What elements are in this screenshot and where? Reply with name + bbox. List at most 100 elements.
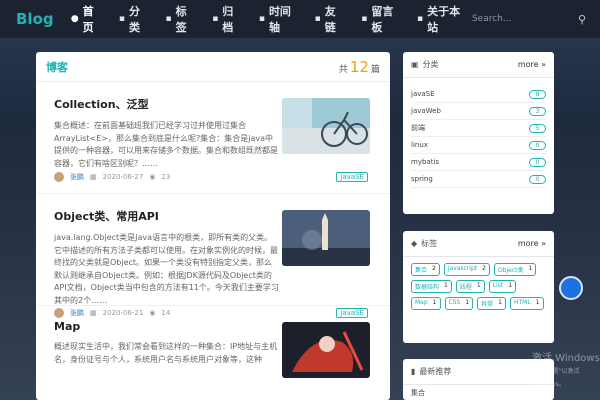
info-icon: ▪ xyxy=(417,14,424,24)
nav-item-links[interactable]: ▪ 友链 xyxy=(305,0,352,38)
blog-list-title: 博客 xyxy=(46,60,68,74)
category-item-frontend[interactable]: 前端 5 xyxy=(411,120,546,137)
category-count: 0 xyxy=(529,140,546,150)
tag-item[interactable]: CSS 1 xyxy=(444,297,474,310)
category-name: 前端 xyxy=(411,124,425,132)
tag-item[interactable]: 异常 1 xyxy=(477,297,506,310)
tag-name: List xyxy=(492,282,504,289)
tag-name: 集合 xyxy=(415,267,428,274)
eye-icon: ◉ xyxy=(149,173,156,181)
recommend-card-title: 最新推荐 xyxy=(419,367,452,376)
tag-item[interactable]: javascript 2 xyxy=(443,263,490,276)
tag-count: 2 xyxy=(432,265,436,272)
tag-cloud: 集合 2 javascript 2 Object类 1 数据结构 1 线程 1 List 1… xyxy=(403,257,554,316)
tag-count: 1 xyxy=(465,299,470,306)
category-list: javaSE 8 javaWeb 3 前端 5 linux 0 mybatis 0 spr… xyxy=(403,78,554,188)
tag-item[interactable]: 数据结构 1 xyxy=(411,280,452,293)
blog-count: 共 12 篇 xyxy=(339,58,380,76)
tag-count: 1 xyxy=(444,282,448,289)
category-item-javaweb[interactable]: javaWeb 3 xyxy=(411,103,546,120)
tag-card-header: ◆ 标签 more » xyxy=(403,231,554,257)
category-count: 5 xyxy=(529,123,546,133)
category-name: mybatis xyxy=(411,158,440,166)
nav-item-label: 留言板 xyxy=(371,5,394,34)
article-thumbnail[interactable] xyxy=(282,322,370,378)
category-item-javase[interactable]: javaSE 8 xyxy=(411,86,546,103)
home-icon: ● xyxy=(70,14,79,24)
tag-name: 线程 xyxy=(459,284,472,291)
tag-item[interactable]: HTML 1 xyxy=(509,297,544,310)
tag-item[interactable]: 集合 2 xyxy=(411,263,440,276)
tag-name: 异常 xyxy=(481,301,494,308)
tag-count: 1 xyxy=(535,299,540,306)
avatar xyxy=(54,172,64,182)
folder-icon: ▣ xyxy=(411,60,419,69)
nav-item-guestbook[interactable]: ▪ 留言板 xyxy=(351,0,407,38)
clock-icon: ▪ xyxy=(258,14,265,24)
tag-icon: ▪ xyxy=(165,14,172,24)
rocket-launch-image xyxy=(282,210,370,266)
category-item-linux[interactable]: linux 0 xyxy=(411,137,546,154)
search-icon[interactable]: ⚲ xyxy=(578,13,586,26)
nav-item-tags[interactable]: ▪ 标签 xyxy=(156,0,203,38)
nav-item-label: 友链 xyxy=(324,5,336,34)
nav-item-label: 关于本站 xyxy=(427,5,461,34)
category-name: javaSE xyxy=(411,90,435,98)
watermark-line1: 激活 Windows xyxy=(532,353,600,364)
tag-name: HTML xyxy=(513,299,531,306)
count-prefix: 共 xyxy=(338,64,348,75)
category-name: spring xyxy=(411,175,433,183)
article-item[interactable]: Map 概述现实生活中，我们常会看到这样的一种集合：IP地址与主机名，身份证号与… xyxy=(36,306,390,400)
article-thumbnail[interactable] xyxy=(282,210,370,266)
article-summary: java.lang.Object类是Java语言中的根类，即所有类的父类。它中描… xyxy=(54,233,279,305)
category-item-spring[interactable]: spring 0 xyxy=(411,171,546,188)
bookmark-icon: ▮ xyxy=(411,367,416,376)
tag-icon: ◆ xyxy=(411,239,418,248)
tag-item[interactable]: Object类 1 xyxy=(493,263,537,276)
category-count: 0 xyxy=(529,157,546,167)
article-item[interactable]: Collection、泛型 集合概述：在前面基础班我们已经学习过并使用过集合Ar… xyxy=(36,82,390,194)
tag-item[interactable]: List 1 xyxy=(488,280,517,293)
tag-count: 2 xyxy=(482,265,486,272)
category-item-mybatis[interactable]: mybatis 0 xyxy=(411,154,546,171)
count-suffix: 篇 xyxy=(370,64,380,75)
tag-count: 1 xyxy=(528,265,533,272)
tag-name: Map xyxy=(415,299,428,306)
tag-name: 数据结构 xyxy=(415,284,440,291)
article-summary: 概述现实生活中，我们常会看到这样的一种集合：IP地址与主机名，身份证号与个人，系… xyxy=(54,342,278,364)
search-box: ⚲ xyxy=(471,8,586,30)
bicycle-image xyxy=(282,98,370,154)
watermark-line2: 转到"设置"以激活 Windows。 xyxy=(532,368,580,388)
category-card-header: ▣ 分类 more » xyxy=(403,52,554,78)
more-label: more xyxy=(517,239,539,248)
music-player-button[interactable] xyxy=(559,276,583,300)
anime-character-image xyxy=(282,322,370,378)
nav-item-archive[interactable]: ▪ 归档 xyxy=(202,0,249,38)
search-input[interactable] xyxy=(471,8,572,30)
archive-icon: ▪ xyxy=(212,14,219,24)
category-more-link[interactable]: more » xyxy=(518,60,546,69)
site-logo[interactable]: Blog xyxy=(16,10,61,28)
article-author[interactable]: 张鹏 xyxy=(70,172,84,182)
tag-more-link[interactable]: more » xyxy=(518,239,546,248)
tag-count: 1 xyxy=(476,282,481,289)
category-count: 0 xyxy=(529,174,546,184)
nav-item-timeline[interactable]: ▪ 时间轴 xyxy=(249,0,305,38)
tag-card-title: 标签 xyxy=(421,239,438,248)
nav-item-label: 归档 xyxy=(222,5,234,34)
more-label: more xyxy=(517,60,539,69)
nav-item-home[interactable]: ● 首页 xyxy=(61,0,109,38)
blog-list-panel: 博客 共 12 篇 Collection、泛型 集合概述：在前面基础班我们已经学… xyxy=(36,52,390,400)
article-thumbnail[interactable] xyxy=(282,98,370,154)
nav-item-category[interactable]: ▪ 分类 xyxy=(109,0,156,38)
tag-item[interactable]: Map 1 xyxy=(411,297,441,310)
folder-icon: ▪ xyxy=(118,14,126,24)
article-tag[interactable]: javaSE xyxy=(336,172,368,182)
blog-list-header: 博客 共 12 篇 xyxy=(36,52,390,82)
nav-item-label: 首页 xyxy=(82,5,94,34)
article-item[interactable]: Object类、常用API java.lang.Object类是Java语言中的… xyxy=(36,194,390,318)
windows-activation-watermark: 激活 Windows 转到"设置"以激活 Windows。 xyxy=(532,352,600,391)
nav-item-about[interactable]: ▪ 关于本站 xyxy=(407,0,472,38)
tag-count: 1 xyxy=(498,299,502,306)
tag-item[interactable]: 线程 1 xyxy=(455,280,485,293)
